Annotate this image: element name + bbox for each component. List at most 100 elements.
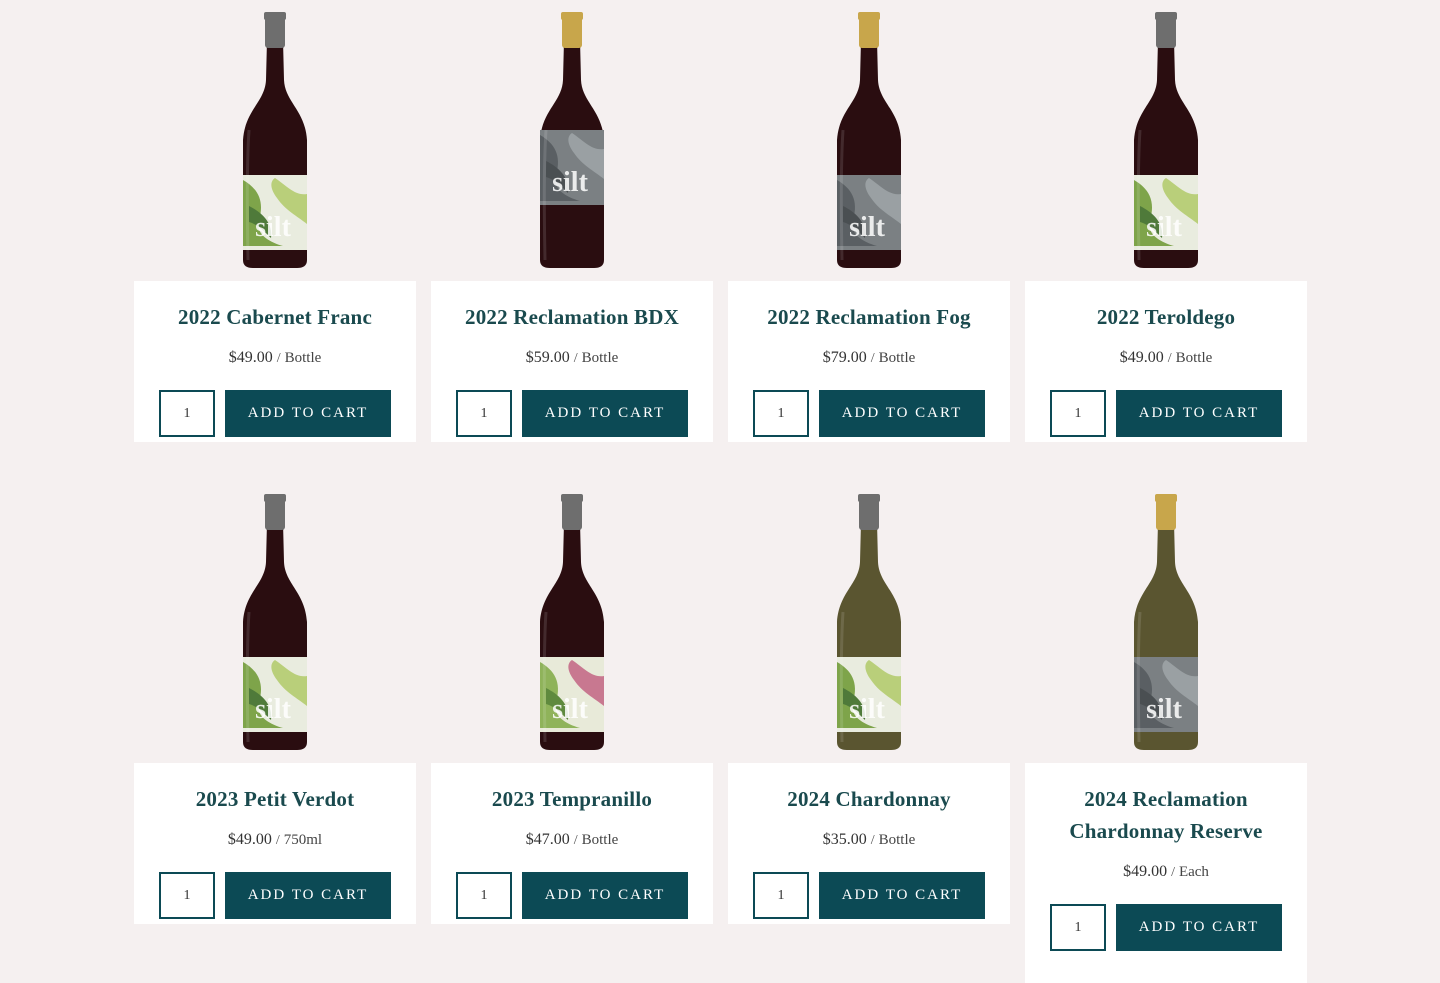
product-price-line: $47.00 / Bottle — [431, 829, 713, 852]
product-card: silt 2022 Reclamation BDX $59.00 / Bottl… — [431, 0, 713, 442]
label-wordmark: silt — [1146, 212, 1182, 243]
product-card: silt 2023 Tempranillo $47.00 / Bottle AD… — [431, 482, 713, 983]
product-name[interactable]: 2023 Petit Verdot — [150, 783, 400, 815]
quantity-input[interactable] — [159, 390, 215, 437]
product-image[interactable]: silt — [1025, 482, 1307, 763]
product-info-card: 2024 Reclamation Chardonnay Reserve $49.… — [1025, 763, 1307, 983]
product-price: $49.00 — [1123, 863, 1168, 880]
quantity-input[interactable] — [159, 872, 215, 919]
wine-bottle-image: silt — [837, 494, 901, 750]
product-name[interactable]: 2024 Reclamation Chardonnay Reserve — [1041, 783, 1291, 847]
product-unit: Each — [1178, 864, 1209, 880]
product-actions: ADD TO CART — [728, 390, 1010, 437]
add-to-cart-button[interactable]: ADD TO CART — [1116, 904, 1282, 951]
product-image[interactable]: silt — [431, 0, 713, 281]
product-name[interactable]: 2022 Cabernet Franc — [150, 301, 400, 333]
product-name[interactable]: 2022 Teroldego — [1041, 301, 1291, 333]
product-unit: Bottle — [1175, 350, 1213, 366]
wine-bottle-image: silt — [243, 12, 307, 268]
product-actions: ADD TO CART — [134, 390, 416, 437]
wine-bottle-image: silt — [1134, 494, 1198, 750]
wine-bottle-image: silt — [243, 494, 307, 750]
product-card: silt 2022 Teroldego $49.00 / Bottle ADD … — [1025, 0, 1307, 442]
product-image[interactable]: silt — [728, 0, 1010, 281]
product-price: $47.00 — [525, 831, 570, 848]
product-card: silt 2024 Chardonnay $35.00 / Bottle ADD… — [728, 482, 1010, 983]
product-price-line: $35.00 / Bottle — [728, 829, 1010, 852]
product-grid-row-1: silt 2022 Cabernet Franc $49.00 / Bottle… — [134, 0, 1307, 442]
product-unit: Bottle — [878, 832, 916, 848]
product-info-card: 2023 Petit Verdot $49.00 / 750ml ADD TO … — [134, 763, 416, 924]
product-price-line: $59.00 / Bottle — [431, 347, 713, 370]
product-actions: ADD TO CART — [1025, 390, 1307, 437]
product-name[interactable]: 2024 Chardonnay — [744, 783, 994, 815]
product-actions: ADD TO CART — [728, 872, 1010, 919]
product-grid-row-2: silt 2023 Petit Verdot $49.00 / 750ml AD… — [134, 482, 1307, 983]
price-separator: / — [276, 351, 281, 366]
wine-bottle-image: silt — [1134, 12, 1198, 268]
product-price-line: $79.00 / Bottle — [728, 347, 1010, 370]
price-separator: / — [573, 351, 578, 366]
product-unit: 750ml — [283, 832, 323, 848]
product-info-card: 2022 Reclamation Fog $79.00 / Bottle ADD… — [728, 281, 1010, 442]
label-wordmark: silt — [849, 694, 885, 725]
product-unit: Bottle — [581, 350, 619, 366]
product-unit: Bottle — [878, 350, 916, 366]
product-info-card: 2023 Tempranillo $47.00 / Bottle ADD TO … — [431, 763, 713, 924]
product-unit: Bottle — [581, 832, 619, 848]
label-wordmark: silt — [255, 694, 291, 725]
add-to-cart-button[interactable]: ADD TO CART — [819, 872, 985, 919]
quantity-input[interactable] — [1050, 904, 1106, 951]
product-image[interactable]: silt — [134, 482, 416, 763]
product-price-line: $49.00 / Each — [1025, 861, 1307, 884]
product-info-card: 2024 Chardonnay $35.00 / Bottle ADD TO C… — [728, 763, 1010, 924]
product-price-line: $49.00 / 750ml — [134, 829, 416, 852]
label-wordmark: silt — [552, 694, 588, 725]
label-wordmark: silt — [552, 167, 588, 198]
product-price: $49.00 — [228, 349, 273, 366]
quantity-input[interactable] — [753, 872, 809, 919]
product-info-card: 2022 Cabernet Franc $49.00 / Bottle ADD … — [134, 281, 416, 442]
price-separator: / — [870, 833, 875, 848]
add-to-cart-button[interactable]: ADD TO CART — [522, 872, 688, 919]
add-to-cart-button[interactable]: ADD TO CART — [225, 872, 391, 919]
product-info-card: 2022 Teroldego $49.00 / Bottle ADD TO CA… — [1025, 281, 1307, 442]
quantity-input[interactable] — [753, 390, 809, 437]
product-unit: Bottle — [284, 350, 322, 366]
product-actions: ADD TO CART — [1025, 904, 1307, 951]
label-wordmark: silt — [255, 212, 291, 243]
add-to-cart-button[interactable]: ADD TO CART — [225, 390, 391, 437]
add-to-cart-button[interactable]: ADD TO CART — [819, 390, 985, 437]
product-image[interactable]: silt — [431, 482, 713, 763]
product-image[interactable]: silt — [1025, 0, 1307, 281]
product-image[interactable]: silt — [728, 482, 1010, 763]
product-card: silt 2023 Petit Verdot $49.00 / 750ml AD… — [134, 482, 416, 983]
product-price: $49.00 — [1119, 349, 1164, 366]
quantity-input[interactable] — [456, 390, 512, 437]
product-price: $79.00 — [822, 349, 867, 366]
product-actions: ADD TO CART — [431, 872, 713, 919]
product-image[interactable]: silt — [134, 0, 416, 281]
product-price-line: $49.00 / Bottle — [1025, 347, 1307, 370]
product-price-line: $49.00 / Bottle — [134, 347, 416, 370]
product-price: $59.00 — [525, 349, 570, 366]
wine-bottle-image: silt — [540, 494, 604, 750]
price-separator: / — [1171, 865, 1175, 880]
product-price: $49.00 — [227, 831, 272, 848]
product-name[interactable]: 2022 Reclamation BDX — [447, 301, 697, 333]
product-card: silt 2024 Reclamation Chardonnay Reserve… — [1025, 482, 1307, 983]
price-separator: / — [870, 351, 875, 366]
add-to-cart-button[interactable]: ADD TO CART — [522, 390, 688, 437]
product-card: silt 2022 Reclamation Fog $79.00 / Bottl… — [728, 0, 1010, 442]
product-name[interactable]: 2023 Tempranillo — [447, 783, 697, 815]
quantity-input[interactable] — [1050, 390, 1106, 437]
wine-bottle-image: silt — [837, 12, 901, 268]
product-info-card: 2022 Reclamation BDX $59.00 / Bottle ADD… — [431, 281, 713, 442]
product-actions: ADD TO CART — [431, 390, 713, 437]
product-name[interactable]: 2022 Reclamation Fog — [744, 301, 994, 333]
wine-bottle-image: silt — [540, 12, 604, 268]
price-separator: / — [573, 833, 578, 848]
add-to-cart-button[interactable]: ADD TO CART — [1116, 390, 1282, 437]
quantity-input[interactable] — [456, 872, 512, 919]
label-wordmark: silt — [1146, 694, 1182, 725]
